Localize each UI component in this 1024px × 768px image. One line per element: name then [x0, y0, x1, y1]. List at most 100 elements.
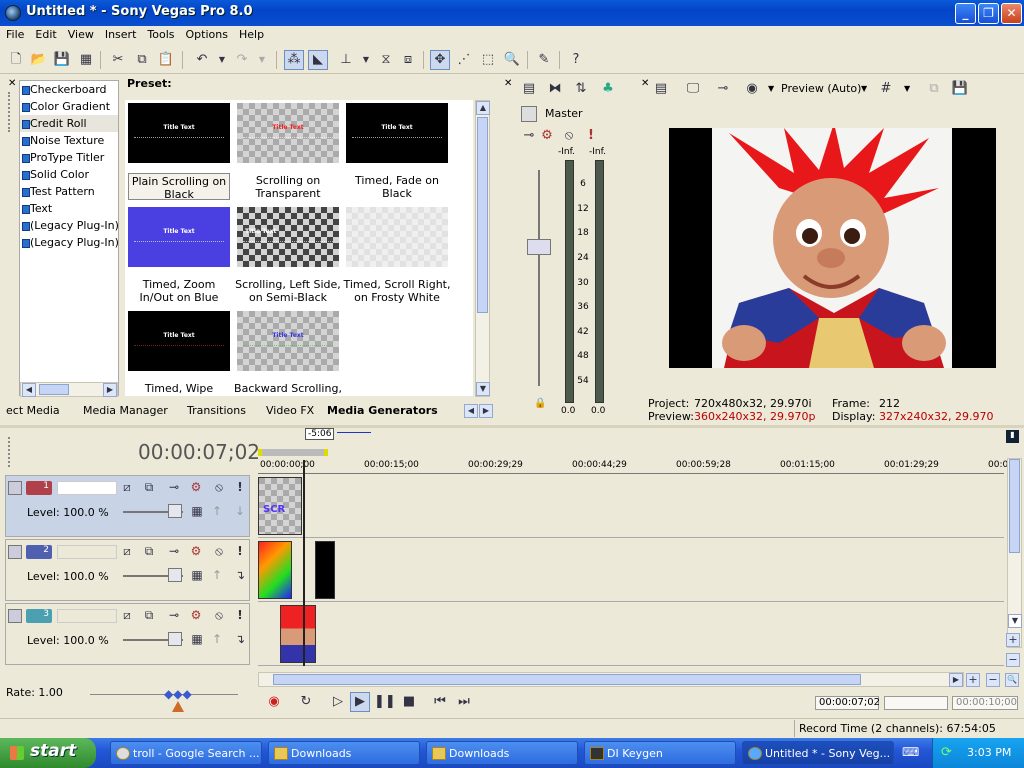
- zoom-tool-icon[interactable]: 🔍: [1005, 673, 1019, 687]
- master-icon[interactable]: [521, 106, 537, 122]
- grouping-dropdown-icon[interactable]: ▼: [356, 50, 376, 70]
- menu-help[interactable]: Help: [234, 26, 269, 43]
- split-screen-icon[interactable]: ◉: [742, 79, 762, 99]
- track-minimize-icon[interactable]: [8, 545, 22, 559]
- level-slider-knob[interactable]: [168, 504, 182, 518]
- play-from-start-icon[interactable]: ▷: [328, 692, 348, 712]
- parent-mode-icon[interactable]: ⧉: [141, 543, 157, 559]
- preview-quality[interactable]: Preview (Auto): [781, 82, 861, 95]
- play-icon[interactable]: ▶: [350, 692, 370, 712]
- record-icon[interactable]: ◉: [264, 692, 284, 712]
- composite-mode-icon[interactable]: ⧄: [119, 479, 135, 495]
- preset-scrolling-transparent[interactable]: Title Text Scrolling on Transparent: [234, 100, 342, 204]
- expand-track-icon[interactable]: ▦: [189, 567, 205, 583]
- rate-slider-knob[interactable]: ◆◆◆: [164, 687, 192, 701]
- copy-icon[interactable]: ⧉: [132, 50, 152, 70]
- tab-transitions[interactable]: Transitions: [187, 404, 246, 417]
- scroll-down-icon[interactable]: ▼: [476, 382, 490, 396]
- timeline-grip[interactable]: [8, 437, 12, 467]
- loop-region[interactable]: [258, 449, 328, 456]
- ignore-grouping-icon[interactable]: ⊥: [336, 50, 356, 70]
- menu-tools[interactable]: Tools: [142, 26, 179, 43]
- parent-mode-icon[interactable]: ⧉: [141, 607, 157, 623]
- expand-track-icon[interactable]: ▦: [189, 631, 205, 647]
- new-icon[interactable]: 🗋: [6, 50, 26, 70]
- lock-icon[interactable]: 🔒: [534, 398, 546, 409]
- track-minimize-icon[interactable]: [8, 481, 22, 495]
- properties-icon[interactable]: ▦: [76, 50, 96, 70]
- video-fx-icon[interactable]: ⊸: [713, 79, 733, 99]
- track-name-field[interactable]: [57, 481, 117, 495]
- menu-file[interactable]: File: [1, 26, 29, 43]
- auto-ripple-icon[interactable]: ⁂: [284, 50, 304, 70]
- open-icon[interactable]: 📂: [29, 50, 49, 70]
- external-monitor-icon[interactable]: 🖵: [683, 79, 703, 99]
- network-icon[interactable]: ⟳: [941, 745, 957, 761]
- composite-mode-icon[interactable]: ⧄: [119, 607, 135, 623]
- preset-wipe[interactable]: Title Text Timed, Wipe In/Out,: [125, 308, 233, 396]
- track-header-3[interactable]: 3 ⧄ ⧉ ⊸ ⚙ ⦸ ! Level: 100.0 % ▦ ↑ ↴: [5, 603, 250, 665]
- move-up-icon[interactable]: ↑: [209, 503, 225, 519]
- keyboard-icon[interactable]: ⌨: [902, 745, 922, 761]
- list-item[interactable]: Color Gradient: [20, 98, 118, 115]
- task-di-keygen[interactable]: DI Keygen: [584, 741, 736, 765]
- track-minimize-icon[interactable]: [8, 609, 22, 623]
- scroll-thumb[interactable]: [1009, 459, 1020, 553]
- go-to-end-icon[interactable]: ⏭: [454, 692, 474, 712]
- preset-zoom-blue[interactable]: Title Text Timed, Zoom In/Out on Blue: [125, 204, 233, 308]
- preset-left-side[interactable]: Title Text Scrolling, Left Side, on Semi…: [234, 204, 342, 308]
- menu-view[interactable]: View: [63, 26, 99, 43]
- track-name-field[interactable]: [57, 609, 117, 623]
- tab-video-fx[interactable]: Video FX: [266, 404, 314, 417]
- overlays-dropdown-icon[interactable]: ▼: [904, 84, 910, 93]
- move-down-icon[interactable]: ↴: [232, 631, 248, 647]
- tab-scroll-right-icon[interactable]: ▶: [479, 404, 493, 418]
- close-panel-icon[interactable]: ✕: [8, 78, 16, 89]
- task-sony-vegas[interactable]: Untitled * - Sony Veg...: [742, 741, 894, 765]
- track-motion-icon[interactable]: ⊸: [166, 607, 182, 623]
- panel-grip[interactable]: [8, 92, 12, 132]
- split-dropdown-icon[interactable]: ▼: [768, 84, 774, 93]
- scroll-thumb[interactable]: [273, 674, 861, 685]
- envelope-tool-icon[interactable]: ⋰: [454, 50, 474, 70]
- tab-explorer[interactable]: ect Media: [6, 404, 60, 417]
- app-icon[interactable]: [5, 5, 21, 21]
- menu-edit[interactable]: Edit: [30, 26, 61, 43]
- snapping-icon[interactable]: ⧈: [398, 50, 418, 70]
- stop-icon[interactable]: ■: [399, 692, 419, 712]
- whats-this-help-icon[interactable]: ?: [566, 50, 586, 70]
- paste-icon[interactable]: 📋: [156, 50, 176, 70]
- selection-tool-icon[interactable]: ⬚: [478, 50, 498, 70]
- credit-roll-clip[interactable]: SCR: [258, 477, 302, 535]
- save-snapshot-icon[interactable]: 💾: [950, 79, 970, 99]
- copy-snapshot-icon[interactable]: ⧉: [924, 79, 944, 99]
- scroll-down-icon[interactable]: ▼: [1008, 614, 1022, 628]
- tab-media-generators[interactable]: Media Generators: [327, 404, 438, 417]
- downmix-icon[interactable]: ⧓: [545, 79, 565, 99]
- preset-plain-scrolling[interactable]: Title Text Plain Scrolling on Black: [125, 100, 233, 204]
- level-slider-knob[interactable]: [168, 568, 182, 582]
- zoom-in-vertical-icon[interactable]: +: [1006, 633, 1020, 647]
- preset-timed-fade[interactable]: Title Text Timed, Fade on Black: [343, 100, 451, 204]
- scroll-right-icon[interactable]: ▶: [103, 383, 117, 397]
- task-downloads-2[interactable]: Downloads: [426, 741, 578, 765]
- track-motion-icon[interactable]: ⊸: [166, 479, 182, 495]
- solo-icon[interactable]: !: [581, 126, 601, 146]
- normal-edit-tool-icon[interactable]: ✥: [430, 50, 450, 70]
- lock-envelopes-icon[interactable]: ◣: [308, 50, 328, 70]
- level-slider-knob[interactable]: [168, 632, 182, 646]
- text-clip[interactable]: [315, 541, 335, 599]
- mute-icon[interactable]: ⦸: [559, 126, 579, 146]
- mixer-props-icon[interactable]: ▤: [519, 79, 539, 99]
- generator-list-hscroll[interactable]: ◀ ▶: [20, 382, 118, 397]
- troll-image-clip[interactable]: [280, 605, 316, 663]
- composite-mode-icon[interactable]: ⧄: [119, 543, 135, 559]
- overlays-icon[interactable]: #: [876, 79, 896, 99]
- list-item[interactable]: Checkerboard: [20, 81, 118, 98]
- minimize-button[interactable]: _: [955, 3, 976, 24]
- redo-icon[interactable]: ↷: [232, 50, 252, 70]
- solo-icon[interactable]: !: [232, 543, 248, 559]
- mute-icon[interactable]: ⦸: [211, 479, 227, 495]
- end-timecode[interactable]: 00:00:10;00: [952, 696, 1018, 710]
- expand-track-icon[interactable]: ▦: [189, 503, 205, 519]
